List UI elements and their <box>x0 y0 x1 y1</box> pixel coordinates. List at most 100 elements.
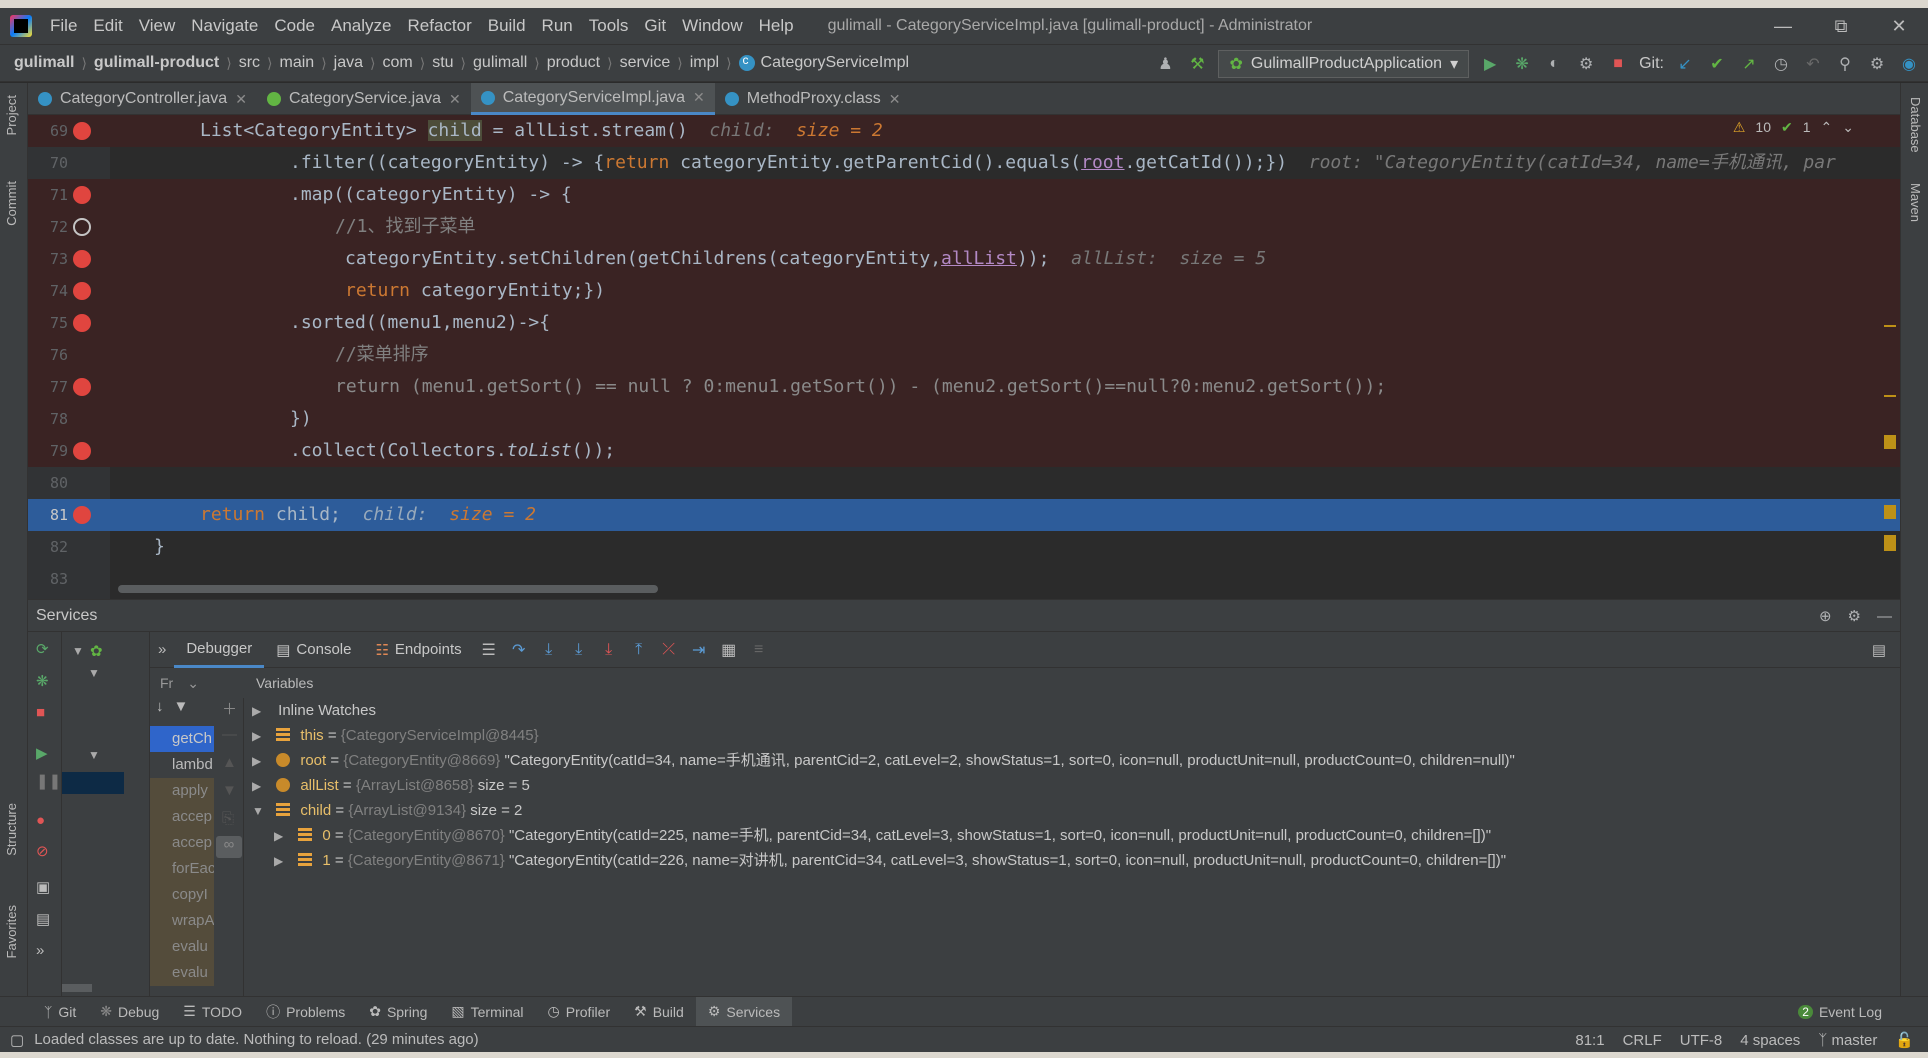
breakpoint-icon[interactable] <box>73 506 91 524</box>
menu-window[interactable]: Window <box>674 8 750 44</box>
tab-build[interactable]: ⚒ Build <box>622 997 696 1027</box>
tab-git[interactable]: ᛉ Git <box>32 997 88 1027</box>
run-to-cursor-icon[interactable]: ⇥ <box>684 640 714 660</box>
chevron-down-icon[interactable]: ⌄ <box>1842 119 1854 136</box>
git-push-icon[interactable]: ↗ <box>1738 53 1760 75</box>
breadcrumb-item[interactable]: impl <box>690 54 719 72</box>
filter-icon[interactable]: ▼ <box>174 698 189 726</box>
history-icon[interactable]: ◷ <box>1770 53 1792 75</box>
breadcrumb-item[interactable]: service <box>620 54 671 72</box>
chevron-right-icon[interactable]: ▶ <box>274 824 290 849</box>
tree-scrollbar[interactable] <box>62 984 92 992</box>
chevron-down-icon[interactable]: ▼ <box>88 748 100 762</box>
breadcrumb-item[interactable]: main <box>280 54 315 72</box>
debug-icon[interactable]: ❋ <box>36 672 49 690</box>
debug-icon[interactable]: ❋ <box>1511 53 1533 75</box>
breakpoint-icon[interactable] <box>73 122 91 140</box>
breakpoint-icon[interactable] <box>73 282 91 300</box>
breadcrumb-item[interactable]: stu <box>432 54 453 72</box>
close-icon[interactable]: ✕ <box>889 91 901 108</box>
indent-setting[interactable]: 4 spaces <box>1740 1032 1800 1049</box>
git-commit-icon[interactable]: ✔ <box>1706 53 1728 75</box>
tab-category-controller[interactable]: CategoryController.java ✕ <box>28 83 257 115</box>
chevron-right-icon[interactable]: ▶ <box>274 849 290 874</box>
crosshair-icon[interactable]: ⊕ <box>1819 607 1832 625</box>
breadcrumb-item[interactable]: gulimall <box>473 54 527 72</box>
chevron-right-icon[interactable]: ▶ <box>252 749 268 774</box>
menu-refactor[interactable]: Refactor <box>399 8 479 44</box>
variables-tree[interactable]: ▶ Inline Watches ▶ this = {CategoryServi… <box>244 698 1884 996</box>
menu-code[interactable]: Code <box>266 8 323 44</box>
code-line[interactable]: 80 <box>28 467 1900 499</box>
copy-icon[interactable]: ⎘ <box>222 810 234 827</box>
file-encoding[interactable]: UTF-8 <box>1680 1032 1723 1049</box>
horizontal-scrollbar[interactable] <box>118 585 658 593</box>
close-window-icon[interactable]: ✕ <box>1870 8 1928 44</box>
breadcrumb-item[interactable]: src <box>239 54 260 72</box>
chevron-down-icon[interactable]: ⌄ <box>187 675 199 692</box>
gear-icon[interactable]: ⚙ <box>1866 53 1888 75</box>
variable-row[interactable]: ▼ child = {ArrayList@9134} size = 2 <box>244 798 1884 823</box>
step-out-icon[interactable]: ⤒ <box>624 641 654 659</box>
code-line[interactable]: 73 categoryEntity.setChildren(getChildre… <box>28 243 1900 275</box>
show-watches-icon[interactable]: ∞ <box>216 836 242 858</box>
menu-build[interactable]: Build <box>480 8 534 44</box>
chevron-up-icon[interactable]: ⌃ <box>1821 119 1833 136</box>
layout-icon[interactable]: ▤ <box>36 910 50 928</box>
tab-services[interactable]: ⚙ Services <box>695 996 793 1027</box>
close-icon[interactable]: ✕ <box>693 89 705 106</box>
disabled-breakpoint-icon[interactable] <box>73 218 91 236</box>
plugin-icon[interactable]: ◉ <box>1898 53 1920 75</box>
breadcrumb-item[interactable]: java <box>334 54 363 72</box>
tab-terminal[interactable]: ▧ Terminal <box>439 997 535 1027</box>
git-update-icon[interactable]: ↙ <box>1674 53 1696 75</box>
code-editor[interactable]: 69 List<CategoryEntity> child = allList.… <box>28 115 1900 599</box>
trace-icon[interactable]: ≡ <box>744 641 774 659</box>
move-down-icon[interactable]: ▼ <box>222 782 237 799</box>
remove-icon[interactable]: — <box>222 726 237 743</box>
camera-icon[interactable]: ▣ <box>36 878 50 896</box>
arrow-down-icon[interactable]: ↓ <box>156 698 164 726</box>
variable-row[interactable]: ▶ root = {CategoryEntity@8669} "Category… <box>244 748 1884 773</box>
variable-row[interactable]: ▶ 1 = {CategoryEntity@8671} "CategoryEnt… <box>244 848 1884 873</box>
services-tree[interactable]: ▼ ✿ ▼ ▼ <box>62 632 150 997</box>
event-log-button[interactable]: 2 Event Log <box>1798 997 1882 1027</box>
tab-method-proxy[interactable]: MethodProxy.class ✕ <box>715 83 911 115</box>
breadcrumb-item[interactable]: gulimall <box>14 54 74 72</box>
selected-service-row[interactable] <box>62 772 124 794</box>
tab-profiler[interactable]: ◷ Profiler <box>536 997 623 1027</box>
tab-category-service[interactable]: CategoryService.java ✕ <box>257 83 471 115</box>
variable-row[interactable]: ▶ allList = {ArrayList@8658} size = 5 <box>244 773 1884 798</box>
menu-tools[interactable]: Tools <box>581 8 637 44</box>
profile-icon[interactable]: ⚙ <box>1575 53 1597 75</box>
close-icon[interactable]: ✕ <box>449 91 461 108</box>
frame-item[interactable]: accep <box>150 830 214 856</box>
frame-item[interactable]: lambd <box>150 752 214 778</box>
code-line[interactable]: 71 .map((categoryEntity) -> { <box>28 179 1900 211</box>
run-configuration-select[interactable]: ✿ GulimallProductApplication ▾ <box>1218 50 1470 78</box>
breakpoint-icon[interactable] <box>73 250 91 268</box>
structure-tab[interactable]: Structure <box>4 803 19 856</box>
rollback-icon[interactable]: ↶ <box>1802 53 1824 75</box>
maven-tab[interactable]: Maven <box>1908 183 1923 222</box>
frame-item[interactable]: evalu <box>150 960 214 986</box>
code-line[interactable]: 72 //1、找到子菜单 <box>28 211 1900 243</box>
frame-item[interactable]: copyI <box>150 882 214 908</box>
current-execution-line[interactable]: 81 return child; child: size = 2 <box>28 499 1900 531</box>
code-line[interactable]: 77 return (menu1.getSort() == null ? 0:m… <box>28 371 1900 403</box>
code-line[interactable]: 78 }) <box>28 403 1900 435</box>
menu-run[interactable]: Run <box>534 8 581 44</box>
status-message[interactable]: Loaded classes are up to date. Nothing t… <box>34 1031 478 1048</box>
chevron-down-icon[interactable]: ▼ <box>252 799 268 824</box>
code-line[interactable]: 79 .collect(Collectors.toList()); <box>28 435 1900 467</box>
search-icon[interactable]: ⚲ <box>1834 53 1856 75</box>
stop-icon[interactable]: ■ <box>1607 53 1629 75</box>
menu-edit[interactable]: Edit <box>85 8 130 44</box>
user-icon[interactable]: ♟ <box>1154 53 1176 75</box>
breadcrumb-item[interactable]: product <box>547 54 600 72</box>
frame-item[interactable]: getCh <box>150 726 214 752</box>
code-line[interactable]: 69 List<CategoryEntity> child = allList.… <box>28 115 1900 147</box>
menu-lines-icon[interactable]: ☰ <box>474 640 504 660</box>
code-line[interactable]: 76 //菜单排序 <box>28 339 1900 371</box>
build-hammer-icon[interactable]: ⚒ <box>1186 53 1208 75</box>
